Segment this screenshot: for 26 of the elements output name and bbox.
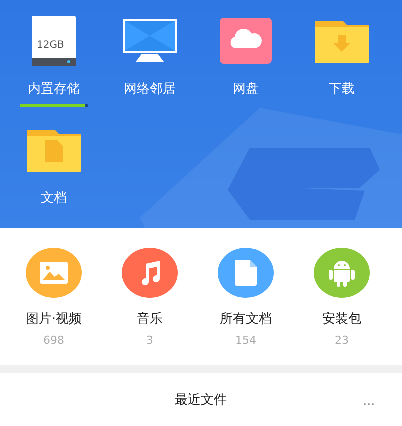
- more-icon[interactable]: [364, 403, 374, 406]
- file-count: 154: [236, 334, 256, 347]
- android-icon: [329, 259, 355, 287]
- section-title: 最近文件: [175, 392, 227, 409]
- download-folder-icon: [315, 19, 369, 63]
- file-count: 698: [44, 334, 64, 347]
- location-item[interactable]: 文档: [6, 121, 102, 207]
- location-item[interactable]: 网络邻居: [102, 12, 198, 107]
- storage-drive-icon: [32, 16, 76, 66]
- category-item[interactable]: 安装包 23: [294, 248, 390, 365]
- category-item[interactable]: 所有文档 154: [198, 248, 294, 365]
- location-item[interactable]: 12GB 内置存储: [6, 12, 102, 107]
- document-icon: [235, 260, 257, 286]
- storage-capacity: 12GB: [37, 40, 64, 51]
- music-note-icon: [139, 260, 161, 286]
- document-folder-icon: [27, 128, 81, 172]
- storage-usage-bar: [20, 104, 88, 107]
- monitor-icon: [122, 18, 178, 64]
- file-count: 23: [335, 334, 349, 347]
- location-item[interactable]: 下载: [294, 12, 390, 107]
- file-count: 3: [146, 334, 154, 347]
- category-item[interactable]: 图片·视频 698: [6, 248, 102, 365]
- cloud-icon: [220, 18, 272, 64]
- category-item[interactable]: 音乐 3: [102, 248, 198, 365]
- location-item[interactable]: 网盘: [198, 12, 294, 107]
- image-icon: [40, 262, 68, 284]
